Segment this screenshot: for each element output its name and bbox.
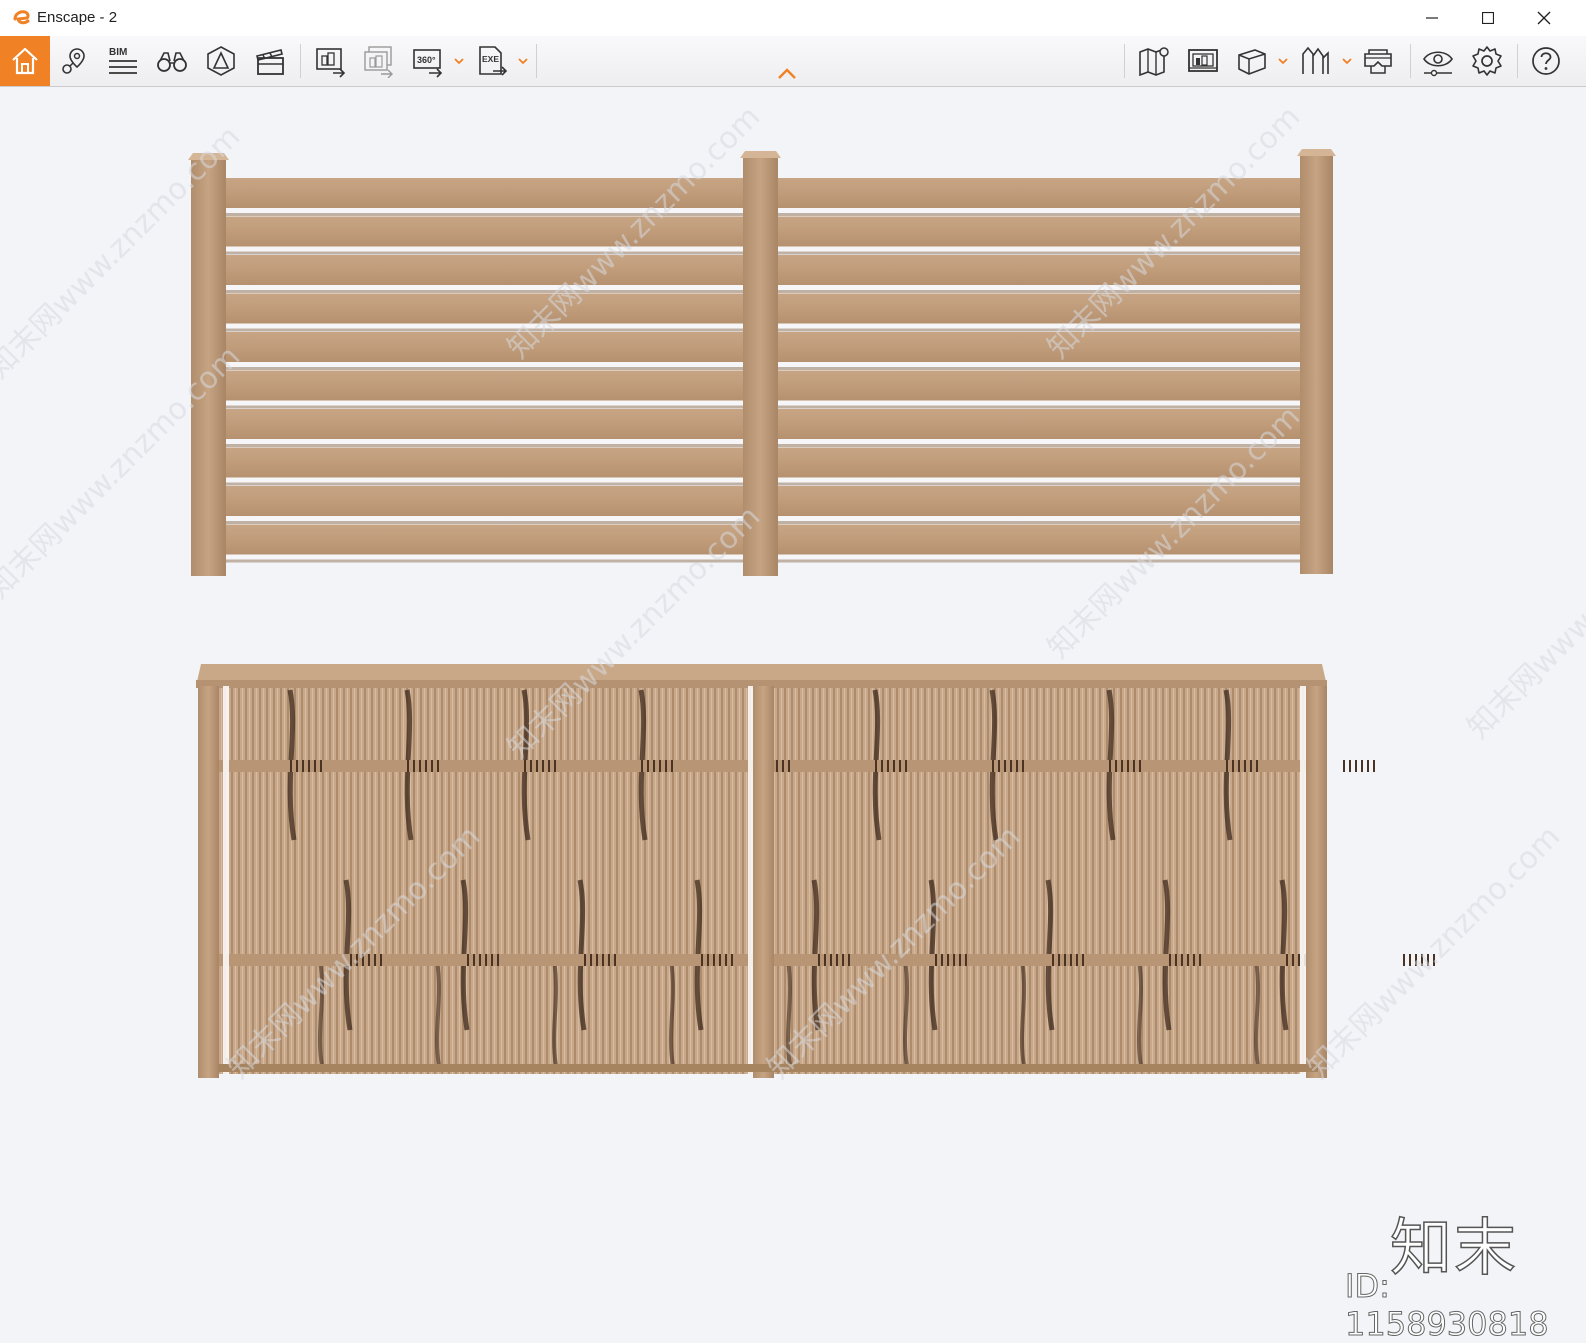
views-button[interactable] — [152, 42, 192, 80]
toolbar-separator — [1410, 44, 1411, 78]
video-editor-button[interactable] — [250, 42, 290, 80]
export-exe-button[interactable]: EXE — [472, 42, 512, 80]
window-title: Enscape - 2 — [37, 9, 118, 26]
bim-button[interactable]: BIM — [103, 42, 143, 80]
horizontal-slat-fence — [188, 149, 1336, 576]
help-icon — [1532, 47, 1560, 75]
gallery-button[interactable] — [1183, 42, 1223, 80]
material-editor-button[interactable] — [1232, 42, 1272, 80]
toolbar-separator — [1517, 44, 1518, 78]
batch-render-icon — [364, 46, 393, 78]
svg-text:360°: 360° — [417, 55, 436, 65]
view-management-icon — [207, 46, 235, 76]
export-exe-icon: EXE — [479, 46, 508, 76]
panorama-dropdown-icon[interactable] — [453, 56, 465, 66]
export-dropdown-icon[interactable] — [517, 56, 529, 66]
map-icon — [1139, 47, 1169, 77]
binoculars-icon — [157, 52, 187, 72]
visual-settings-icon — [1423, 51, 1453, 77]
batch-render-button[interactable] — [358, 42, 398, 80]
title-bar: Enscape - 2 — [0, 0, 1586, 36]
close-icon — [1537, 11, 1551, 25]
maximize-icon — [1482, 12, 1494, 24]
asset-library-icon — [1302, 46, 1329, 74]
svg-text:知末网www.znzmo.com: 知末网www.znzmo.com — [1301, 819, 1567, 1085]
view-management-button[interactable] — [201, 42, 241, 80]
fence-post — [1300, 156, 1333, 574]
location-pin-icon — [62, 48, 85, 74]
fence-post — [753, 686, 774, 1078]
collapse-toolbar-icon[interactable] — [776, 66, 798, 82]
minimize-button[interactable] — [1404, 0, 1460, 36]
site-context-button[interactable] — [1134, 42, 1174, 80]
close-button[interactable] — [1516, 0, 1572, 36]
settings-button[interactable] — [1467, 42, 1507, 80]
vr-headset-icon — [1364, 49, 1392, 74]
vr-headset-button[interactable] — [1358, 42, 1398, 80]
render-image-icon — [316, 48, 346, 78]
toolbar-separator — [536, 44, 537, 78]
enscape-logo-icon — [13, 10, 30, 25]
panorama-button[interactable]: 360° — [408, 42, 448, 80]
cube-icon — [1238, 49, 1266, 75]
home-icon — [12, 47, 38, 75]
settings-icon — [1472, 46, 1502, 76]
panorama-360-icon: 360° — [413, 49, 443, 78]
watermark-id: ID: 1158930818 — [1345, 1267, 1550, 1343]
toolbar-separator — [300, 44, 301, 78]
fence-post — [198, 686, 219, 1078]
help-button[interactable] — [1526, 42, 1566, 80]
home-button[interactable] — [0, 36, 50, 86]
clapperboard-icon — [256, 49, 284, 75]
bim-icon: BIM — [109, 47, 137, 74]
asset-dropdown-icon[interactable] — [1341, 56, 1353, 66]
minimize-icon — [1426, 17, 1438, 19]
main-toolbar: BIM 360° EXE — [0, 36, 1586, 87]
fence-render: 知末网www.znzmo.com 知末网www.znzmo.com 知末网www.z… — [0, 99, 1586, 1085]
fence-post — [1306, 686, 1327, 1078]
render-image-button[interactable] — [310, 42, 350, 80]
asset-library-button[interactable] — [1296, 42, 1336, 80]
cube-dropdown-icon[interactable] — [1277, 56, 1289, 66]
location-button[interactable] — [54, 42, 94, 80]
render-viewport[interactable]: 知末网www.znzmo.com 知末网www.znzmo.com 知末网www.z… — [0, 87, 1586, 1343]
svg-text:知末网www.znzmo.com: 知末网www.znzmo.com — [1461, 479, 1586, 745]
svg-text:BIM: BIM — [109, 47, 127, 58]
maximize-button[interactable] — [1460, 0, 1516, 36]
svg-text:EXE: EXE — [482, 54, 499, 64]
visual-settings-button[interactable] — [1418, 42, 1458, 80]
image-gallery-icon — [1188, 49, 1218, 72]
toolbar-separator — [1124, 44, 1125, 78]
